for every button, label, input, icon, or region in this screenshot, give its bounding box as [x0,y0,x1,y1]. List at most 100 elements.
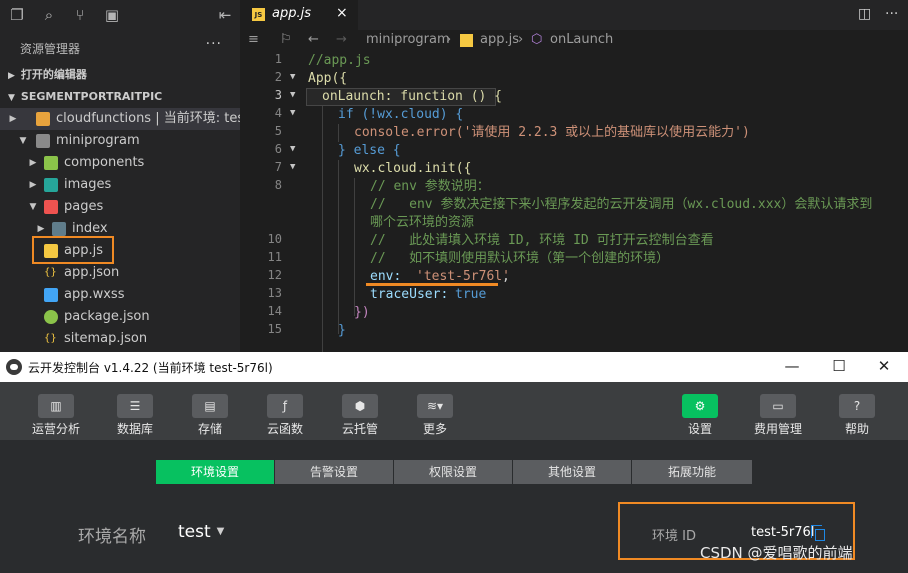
js-file-icon: JS [252,8,265,21]
billing-button[interactable]: ▭ 费用管理 [743,388,813,436]
js-file-icon [460,34,473,47]
tree-item-package-json[interactable]: package.json [0,306,240,328]
open-editors-section[interactable]: ▶ 打开的编辑器 [0,64,240,86]
explorer-title: 资源管理器 [20,42,81,56]
line-number: 10 [267,232,282,246]
json-file-icon: {} [44,267,57,278]
chevron-right-icon: ▶ [29,158,37,168]
env-name-label: 环境名称 [78,527,146,547]
tab-permission-settings[interactable]: 权限设置 [394,460,512,484]
bookmark-icon[interactable]: ⚐ [280,32,292,47]
tab-extensions[interactable]: 拓展功能 [632,460,752,484]
code-line: } else { [338,143,401,158]
function-icon: ƒ [267,394,303,418]
settings-tabs: 环境设置 告警设置 权限设置 其他设置 拓展功能 [156,460,752,484]
cloud-hosting-button[interactable]: ⬢ 云托管 [325,388,395,436]
breadcrumb-folder[interactable]: miniprogram [366,32,450,47]
close-tab-icon[interactable]: × [336,5,348,21]
console-toolbar: ▥ 运营分析 ☰ 数据库 ▤ 存储 ƒ 云函数 ⬢ 云托管 ≋▾ 更多 ⚙ 设置… [0,382,908,440]
back-arrow-icon[interactable]: ← [308,32,319,47]
chevron-right-icon: ▶ [9,114,17,124]
breadcrumb-file[interactable]: app.js [480,32,519,47]
indent-guide [322,106,323,352]
line-number: 12 [267,268,282,282]
line-number: 4 [274,106,282,120]
explorer-sidebar: 资源管理器 ··· ▶ 打开的编辑器 ▼ SEGMENTPORTRAITPIC ▶ … [0,32,240,352]
more-button[interactable]: ≋▾ 更多 [400,388,470,436]
folder-open-icon [36,134,50,148]
line-number: 15 [267,322,282,336]
chevron-down-icon: ▼ [29,202,37,212]
tree-item-app-json[interactable]: {} app.json [0,262,240,284]
fold-arrow-icon[interactable]: ▼ [290,162,295,172]
maximize-button[interactable]: ☐ [829,356,849,376]
tab-app-js[interactable]: JS app.js × [240,0,358,30]
line-number: 5 [274,124,282,138]
line-number: 6 [274,142,282,156]
more-actions-icon[interactable]: ··· [206,36,222,52]
line-number: 2 [274,70,282,84]
tree-item-cloudfunctions[interactable]: ▶ cloudfunctions | 当前环境: test [0,108,240,130]
code-line: console.error('请使用 2.2.3 或以上的基础库以使用云能力') [354,125,750,140]
analytics-button[interactable]: ▥ 运营分析 [21,388,91,436]
fold-arrow-icon[interactable]: ▼ [290,108,295,118]
folder-open-icon [44,200,58,214]
breadcrumb-separator-icon: › [446,32,452,47]
storage-button[interactable]: ▤ 存储 [175,388,245,436]
console-title: 云开发控制台 v1.4.22 (当前环境 test-5r76l) [28,361,273,375]
tree-item-components[interactable]: ▶ components [0,152,240,174]
code-line: // env 参数决定接下来小程序发起的云开发调用（wx.cloud.xxx）会… [370,197,873,212]
tree-item-app-wxss[interactable]: app.wxss [0,284,240,306]
code-line: // 此处请填入环境 ID, 环境 ID 可打开云控制台查看 [370,233,714,248]
code-line: }) [354,305,370,320]
indent-guide [338,160,339,334]
caret-down-icon: ▼ [216,526,225,537]
split-editor-icon[interactable]: ◫ [858,6,871,22]
help-button[interactable]: ? 帮助 [822,388,892,436]
chevron-right-icon: ▶ [8,71,15,81]
database-icon: ☰ [117,394,153,418]
code-line: 哪个云环境的资源 [370,215,475,230]
breadcrumb-separator-icon: › [518,32,524,47]
tree-item-images[interactable]: ▶ images [0,174,240,196]
fold-arrow-icon[interactable]: ▼ [290,90,295,100]
folder-icon [44,156,58,170]
copy-icon[interactable] [811,525,825,541]
code-line: // env 参数说明： [370,179,490,194]
chevron-down-icon: ▼ [8,93,15,103]
code-editor[interactable]: 1 2 3 4 5 6 7 8 10 11 12 13 14 15 ▼ ▼ ▼ … [240,52,908,352]
env-id-value: test-5r76l [751,525,815,540]
collapse-panel-icon[interactable]: ⇤ [216,6,234,24]
cloud-functions-button[interactable]: ƒ 云函数 [250,388,320,436]
indent-guide [338,124,339,142]
fold-arrow-icon[interactable]: ▼ [290,144,295,154]
source-control-icon[interactable]: ⑂ [71,6,89,24]
tab-env-settings[interactable]: 环境设置 [156,460,274,484]
line-number: 8 [274,178,282,192]
tab-other-settings[interactable]: 其他设置 [513,460,631,484]
tree-item-sitemap-json[interactable]: {} sitemap.json [0,328,240,350]
activity-bar: ❐ ⌕ ⑂ ▣ ⇤ [0,0,240,32]
tab-alert-settings[interactable]: 告警设置 [275,460,393,484]
list-icon[interactable]: ≡ [248,32,259,47]
files-icon[interactable]: ❐ [8,6,26,24]
settings-button[interactable]: ⚙ 设置 [665,388,735,436]
breadcrumb-symbol[interactable]: onLaunch [550,32,613,47]
more-actions-icon[interactable]: ··· [885,6,898,22]
tree-item-miniprogram[interactable]: ▼ miniprogram [0,130,240,152]
database-button[interactable]: ☰ 数据库 [100,388,170,436]
env-id-label: 环境 ID [652,529,696,544]
editor-tab-bar: JS app.js × ◫ ··· [240,0,908,30]
extensions-icon[interactable]: ▣ [103,6,121,24]
search-icon[interactable]: ⌕ [40,6,58,24]
fold-arrow-icon[interactable]: ▼ [290,72,295,82]
chart-icon: ▥ [38,394,74,418]
forward-arrow-icon[interactable]: → [336,32,347,47]
close-button[interactable]: ✕ [874,356,894,376]
minimize-button[interactable]: — [782,356,802,376]
wechat-devtools-logo-icon [6,359,22,375]
env-name-dropdown[interactable]: test ▼ [178,522,224,542]
folder-icon [44,178,58,192]
tree-item-pages[interactable]: ▼ pages [0,196,240,218]
project-section[interactable]: ▼ SEGMENTPORTRAITPIC [0,86,240,108]
